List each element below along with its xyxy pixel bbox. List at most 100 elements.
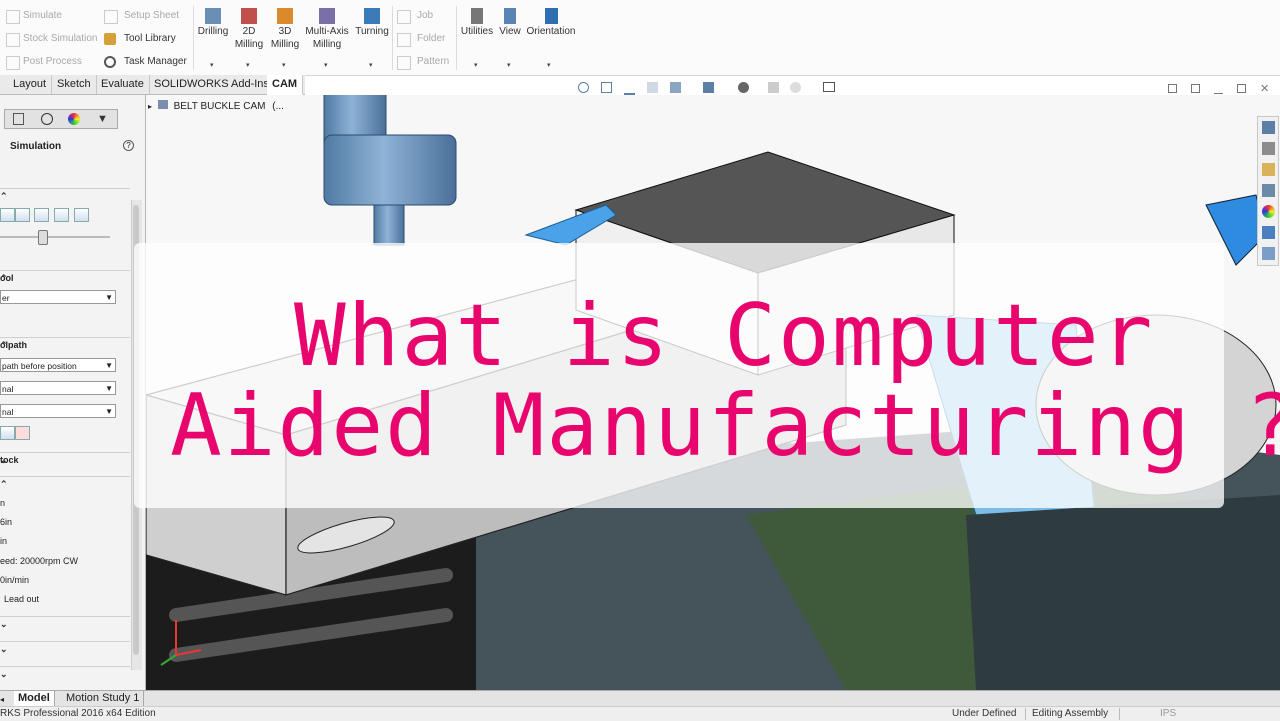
- view-settings-icon[interactable]: [823, 82, 835, 92]
- dropdown-arrow-icon: ▼: [105, 384, 113, 393]
- folder-button[interactable]: Folder: [417, 33, 445, 44]
- zoom-to-area-icon[interactable]: [601, 82, 612, 93]
- turning-button[interactable]: Turning: [354, 8, 390, 38]
- viewport-split-icon[interactable]: [1168, 84, 1177, 93]
- stock-simulation-button[interactable]: Stock Simulation: [23, 33, 97, 44]
- section-stock-header[interactable]: tock ⌄: [0, 452, 130, 469]
- headline-line-1: What is Computer: [294, 286, 1155, 386]
- edit-appearance-icon[interactable]: [790, 82, 801, 93]
- chevron-down-icon[interactable]: ⌄: [0, 619, 126, 630]
- info-line: in: [0, 536, 8, 546]
- toolpath-color-select[interactable]: nal ▼: [0, 381, 116, 395]
- section-collapsed-2[interactable]: ⌄: [0, 641, 130, 658]
- play-button[interactable]: [34, 208, 49, 222]
- view-palette-icon[interactable]: [1262, 184, 1275, 197]
- view-icon: [504, 8, 516, 24]
- section-playback-header[interactable]: ⌃: [0, 188, 130, 205]
- feature-tree-flyout[interactable]: ▸ BELT BUCKLE CAM (...: [148, 100, 284, 112]
- section-collapsed-3[interactable]: ⌄: [0, 666, 130, 683]
- 2d-milling-button[interactable]: 2D Milling: [233, 8, 265, 51]
- maximize-icon[interactable]: [1237, 84, 1246, 93]
- 3d-milling-button[interactable]: 3D Milling: [269, 8, 301, 51]
- toolpath-mode-select[interactable]: path before position ▼: [0, 358, 116, 372]
- display-style-icon[interactable]: [738, 82, 749, 93]
- viewport-restore-icon[interactable]: [1191, 84, 1200, 93]
- headline-line-2: Aided Manufacturing ?: [170, 376, 1280, 476]
- scroll-left-icon[interactable]: ◂: [0, 695, 4, 704]
- chevron-up-icon[interactable]: ⌃: [0, 479, 126, 490]
- view-orientation-icon[interactable]: [703, 82, 714, 93]
- job-icon: [397, 10, 411, 24]
- chevron-down-icon[interactable]: ⌄: [0, 669, 126, 680]
- forum-icon[interactable]: [1262, 247, 1275, 260]
- status-units[interactable]: IPS: [1160, 708, 1176, 719]
- turning-icon: [364, 8, 380, 24]
- section-tool-header[interactable]: ool ⌃: [0, 270, 130, 287]
- setup-sheet-button[interactable]: Setup Sheet: [124, 10, 179, 21]
- toolpath-color-value: nal: [2, 384, 14, 394]
- orientation-button[interactable]: Orientation: [525, 8, 577, 38]
- tool-library-button[interactable]: Tool Library: [124, 33, 176, 44]
- show-collisions-button[interactable]: [15, 426, 30, 440]
- drilling-button[interactable]: Drilling: [197, 8, 229, 38]
- simulate-button[interactable]: Simulate: [23, 10, 62, 21]
- display-manager-icon[interactable]: [68, 113, 80, 125]
- dimxpert-icon[interactable]: [41, 113, 53, 125]
- cam-manager-icon[interactable]: ▼: [97, 113, 108, 125]
- utilities-icon: [471, 8, 483, 24]
- section-toolpath-header[interactable]: olpath ⌃: [0, 337, 130, 354]
- hide-show-items-icon[interactable]: [768, 82, 779, 93]
- tab-solidworks-add-ins[interactable]: SOLIDWORKS Add-Ins: [149, 75, 275, 94]
- minimize-icon[interactable]: [1214, 84, 1223, 94]
- step-forward-button[interactable]: [54, 208, 69, 222]
- chevron-up-icon[interactable]: ⌃: [0, 191, 126, 202]
- dynamic-annotation-icon[interactable]: [670, 82, 681, 93]
- panel-title: Simulation: [10, 141, 62, 152]
- expand-arrow-icon[interactable]: ▸: [148, 102, 152, 111]
- tab-motion-study-1[interactable]: Motion Study 1: [62, 691, 145, 706]
- custom-properties-icon[interactable]: [1262, 226, 1275, 239]
- utilities-label: Utilities: [460, 26, 494, 37]
- help-icon[interactable]: ?: [123, 140, 134, 151]
- post-process-button[interactable]: Post Process: [23, 56, 82, 67]
- feature-manager-icon[interactable]: [13, 113, 24, 125]
- chevron-up-icon[interactable]: ⌃: [0, 273, 126, 284]
- tree-root-suffix: (...: [272, 101, 284, 112]
- chevron-down-icon[interactable]: ⌄: [0, 455, 126, 466]
- tab-model[interactable]: Model: [14, 691, 55, 706]
- view-button[interactable]: View: [497, 8, 523, 38]
- close-icon[interactable]: ✕: [1260, 82, 1269, 95]
- dropdown-arrow-icon: ▼: [105, 407, 113, 416]
- step-back-button[interactable]: [15, 208, 30, 222]
- utilities-button[interactable]: Utilities: [460, 8, 494, 38]
- tab-layout[interactable]: Layout: [8, 75, 53, 94]
- show-points-button[interactable]: [0, 426, 15, 440]
- appearances-icon[interactable]: [1262, 205, 1275, 218]
- title-banner: What is Computer Aided Manufacturing ?: [134, 243, 1280, 508]
- tab-evaluate[interactable]: Evaluate: [96, 75, 150, 94]
- section-collapsed-1[interactable]: ⌄: [0, 616, 130, 633]
- pattern-button[interactable]: Pattern: [417, 56, 449, 67]
- previous-view-icon[interactable]: [624, 82, 635, 95]
- task-manager-button[interactable]: Task Manager: [124, 56, 187, 67]
- rewind-button[interactable]: [0, 208, 15, 222]
- multi-axis-milling-button[interactable]: Multi-Axis Milling: [304, 8, 350, 51]
- file-explorer-icon[interactable]: [1262, 163, 1275, 176]
- tool-display-select[interactable]: er ▼: [0, 290, 116, 304]
- home-icon[interactable]: [1262, 121, 1275, 134]
- tab-sketch[interactable]: Sketch: [52, 75, 97, 94]
- tab-cam[interactable]: CAM: [267, 75, 304, 95]
- stock-simulation-icon: [6, 33, 20, 47]
- section-info-header[interactable]: ⌃: [0, 476, 130, 493]
- zoom-to-fit-icon[interactable]: [578, 82, 589, 93]
- toolpath-style-select[interactable]: nal ▼: [0, 404, 116, 418]
- tool-library-icon: [104, 33, 116, 45]
- job-button[interactable]: Job: [417, 10, 433, 21]
- speed-slider-handle[interactable]: [38, 230, 48, 245]
- forward-end-button[interactable]: [74, 208, 89, 222]
- design-library-icon[interactable]: [1262, 142, 1275, 155]
- chevron-down-icon[interactable]: ⌄: [0, 644, 126, 655]
- chevron-up-icon[interactable]: ⌃: [0, 340, 126, 351]
- status-bar: RKS Professional 2016 x64 Edition Under …: [0, 706, 1280, 721]
- section-view-icon[interactable]: [647, 82, 658, 93]
